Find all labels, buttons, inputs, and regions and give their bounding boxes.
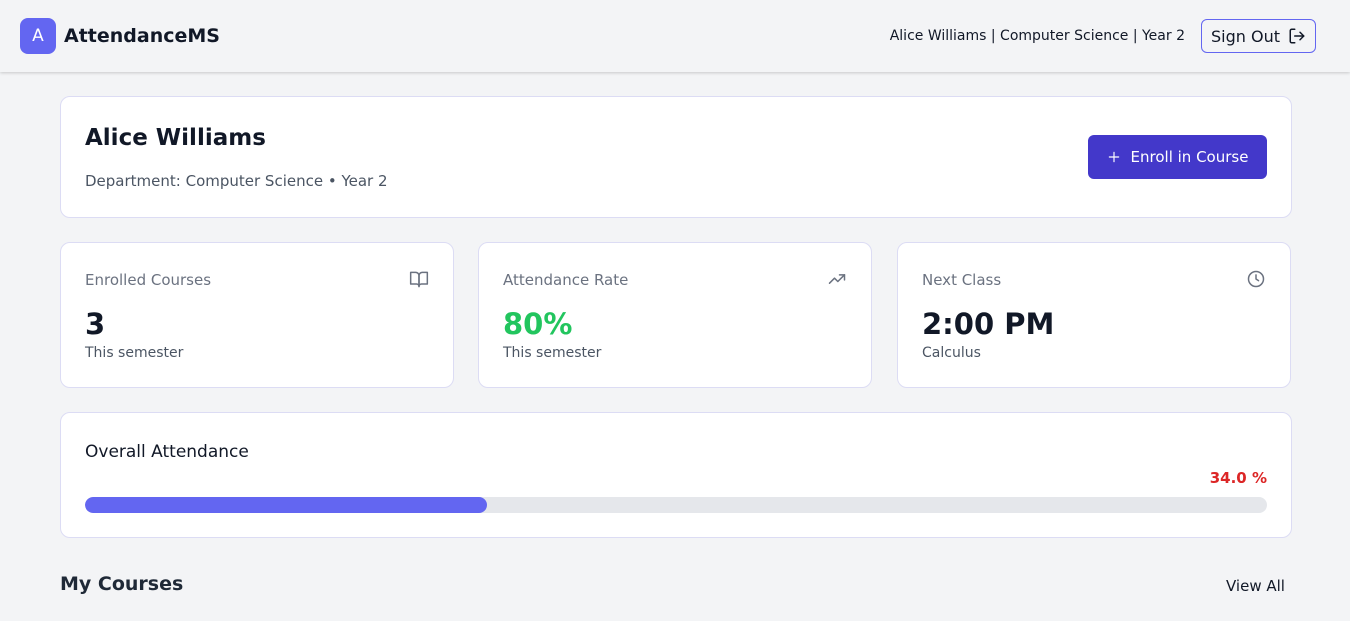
my-courses-title: My Courses <box>60 573 184 595</box>
brand[interactable]: A AttendanceMS <box>20 18 220 54</box>
sign-out-button[interactable]: Sign Out <box>1201 19 1316 53</box>
attendance-percent: 34.0 % <box>1209 469 1267 487</box>
trending-up-icon <box>828 274 846 284</box>
stat-value: 3 <box>85 307 106 341</box>
stat-sub: Calculus <box>922 345 981 361</box>
enroll-in-course-button[interactable]: Enroll in Course <box>1088 135 1267 179</box>
stat-label: Next Class <box>922 271 1002 289</box>
stat-card-enrolled-courses: Enrolled Courses 3 This semester <box>60 242 454 388</box>
overall-attendance-card: Overall Attendance 34.0 % <box>60 412 1292 538</box>
profile-card: Alice Williams Department: Computer Scie… <box>60 96 1292 218</box>
app-name: AttendanceMS <box>64 25 220 47</box>
stat-value: 2:00 PM <box>922 307 1055 341</box>
stat-sub: This semester <box>503 345 602 361</box>
stat-sub: This semester <box>85 345 184 361</box>
stat-card-attendance-rate: Attendance Rate 80% This semester <box>478 242 872 388</box>
book-open-icon <box>409 271 429 288</box>
student-name: Alice Williams <box>85 125 266 151</box>
overall-attendance-title: Overall Attendance <box>85 442 249 462</box>
enroll-label: Enroll in Course <box>1130 148 1249 166</box>
stat-value: 80% <box>503 307 573 341</box>
user-area: Alice Williams | Computer Science | Year… <box>890 19 1316 53</box>
stat-label: Attendance Rate <box>503 271 629 289</box>
stat-label: Enrolled Courses <box>85 271 212 289</box>
attendance-progress-bar <box>85 497 1267 513</box>
view-all-link[interactable]: View All <box>1226 577 1285 595</box>
attendance-progress-fill <box>85 497 487 513</box>
top-navbar: A AttendanceMS Alice Williams | Computer… <box>0 0 1350 72</box>
student-department: Department: Computer Science • Year 2 <box>85 172 388 190</box>
plus-icon <box>1108 151 1119 163</box>
clock-icon <box>1247 270 1265 288</box>
sign-out-label: Sign Out <box>1211 26 1280 46</box>
stat-card-next-class: Next Class 2:00 PM Calculus <box>897 242 1291 388</box>
user-info: Alice Williams | Computer Science | Year… <box>889 28 1185 44</box>
app-logo: A <box>20 18 56 54</box>
log-out-icon <box>1289 28 1305 44</box>
